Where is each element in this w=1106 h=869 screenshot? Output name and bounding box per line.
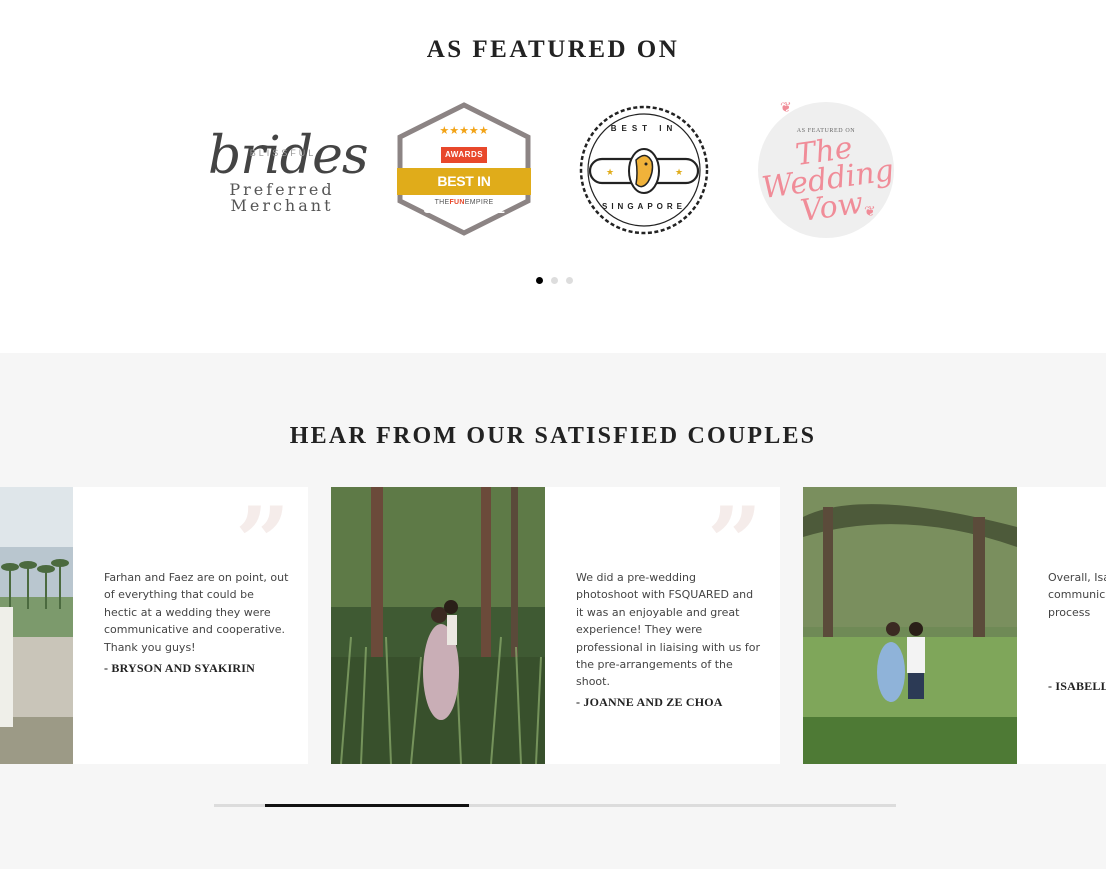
testimonial-card[interactable]: ” Farhan and Faez are on point, out of e…: [0, 487, 308, 764]
carousel-progress-thumb[interactable]: [265, 804, 469, 807]
svg-text:★: ★: [606, 168, 614, 178]
the-wedding-vow-logo[interactable]: ❦ ❦ AS FEATURED ON The Wedding Vow: [752, 100, 900, 240]
testimonial-author: - BRYSON AND SYAKIRIN: [104, 661, 256, 675]
beach-couple-image: [0, 487, 73, 764]
testimonials-title: HEAR FROM OUR SATISFIED COUPLES: [289, 423, 817, 449]
best-in-singapore-band: BEST IN SINGAPORE: [397, 168, 531, 216]
couple-photo: [0, 487, 73, 764]
svg-text:★: ★: [675, 168, 683, 178]
testimonial-text: We did a pre-wedding photoshoot with FSQ…: [576, 571, 760, 689]
wedding-vow-script: The Wedding Vow: [753, 129, 903, 232]
award-stars: ★★★★★: [439, 124, 489, 137]
testimonial-card[interactable]: ” Overall, Isab experience communica and…: [803, 487, 1106, 764]
best-in-singapore-stamp-logo[interactable]: ★ ★ BEST IN SINGAPORE: [576, 102, 712, 238]
carousel-progress-bar[interactable]: [214, 804, 896, 807]
leaf-icon: ❦: [780, 100, 792, 116]
park-couple-image: [803, 487, 1017, 764]
testimonials-section: HEAR FROM OUR SATISFIED COUPLES ” Farhan…: [0, 353, 1106, 869]
testimonial-text: Farhan and Faez are on point, out of eve…: [104, 571, 289, 654]
testimonial-author: - ISABELL: [1048, 679, 1106, 693]
awards-tag: AWARDS: [441, 147, 487, 163]
brand-fun: FUN: [449, 199, 465, 206]
couple-photo: [803, 487, 1017, 764]
featured-section: AS FEATURED ON brides BLISSFUL Preferred…: [0, 0, 1106, 353]
couple-photo: [331, 487, 545, 764]
carousel-dot[interactable]: [566, 277, 573, 284]
best-in-singapore-award-logo[interactable]: ★★★★★ AWARDS BEST IN SINGAPORE THEFUNEMP…: [396, 102, 532, 236]
testimonial-card[interactable]: ” We did a pre-wedding photoshoot with F…: [331, 487, 780, 764]
brand-prefix: THE: [434, 199, 450, 206]
brand-suffix: EMPIRE: [464, 199, 494, 206]
testimonial-author: - JOANNE AND ZE CHOA: [576, 695, 723, 709]
blissful-brides-logo[interactable]: brides BLISSFUL Preferred Merchant: [208, 120, 369, 230]
merchant-label: Merchant: [230, 196, 334, 215]
merlion-stamp-icon: ★ ★: [579, 105, 709, 235]
preferred-merchant-label: Preferred Merchant: [208, 182, 356, 214]
featured-title: AS FEATURED ON: [426, 36, 680, 63]
forest-couple-image: [331, 487, 545, 764]
stamp-top-text: BEST IN: [610, 124, 678, 133]
testimonial-text: Overall, Isab experience communica and s…: [1048, 571, 1106, 619]
blissful-label: BLISSFUL: [249, 148, 317, 158]
carousel-dot[interactable]: [536, 277, 543, 284]
award-brand: THEFUNEMPIRE: [396, 199, 532, 206]
carousel-dot[interactable]: [551, 277, 558, 284]
stamp-bottom-text: SINGAPORE: [601, 202, 686, 211]
